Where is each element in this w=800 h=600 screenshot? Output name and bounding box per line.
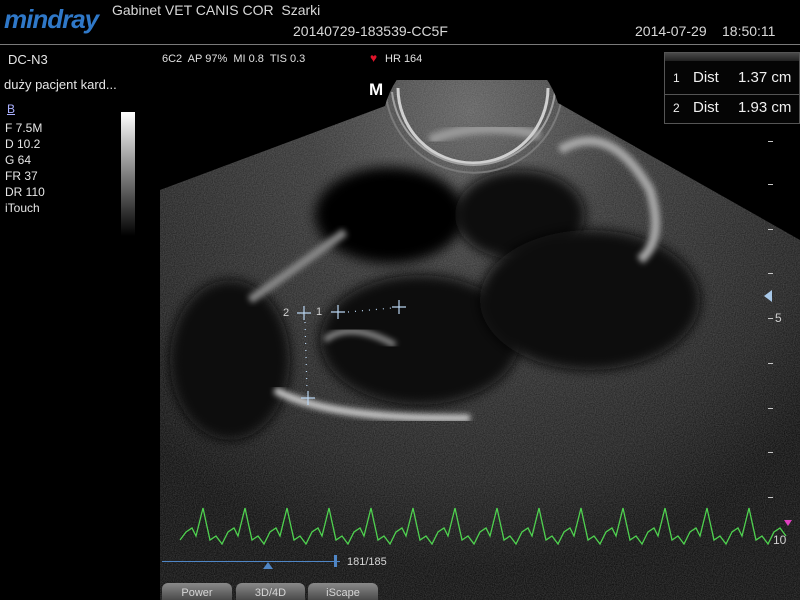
cine-thumb-icon[interactable] bbox=[263, 562, 273, 569]
param-depth: D 10.2 bbox=[5, 137, 41, 151]
study-date: 2014-07-29 bbox=[635, 23, 707, 39]
cine-end-marker bbox=[334, 555, 337, 567]
param-gain: G 64 bbox=[5, 153, 32, 167]
focus-marker-icon[interactable] bbox=[764, 290, 772, 302]
depth-label-5: 5 bbox=[775, 311, 782, 325]
header-bar: mindray Gabinet VET CANIS COR Szarki 201… bbox=[0, 0, 800, 44]
imaging-params: 6C2 AP 97% MI 0.8 TIS 0.3 bbox=[162, 53, 306, 65]
brand-logo: mindray bbox=[4, 4, 99, 34]
heart-icon: ♥ bbox=[370, 51, 378, 65]
param-dynamic-range: DR 110 bbox=[5, 185, 45, 199]
caliper-label-1: 1 bbox=[316, 306, 323, 318]
depth-tick bbox=[768, 273, 773, 274]
heart-rate: HR 164 bbox=[385, 53, 423, 65]
measurement-results: 1 Dist 1.37 cm 2 Dist 1.93 cm bbox=[664, 52, 800, 124]
measurement-label: Dist bbox=[693, 69, 719, 86]
study-time: 18:50:11 bbox=[722, 23, 776, 39]
measurement-value: 1.93 cm bbox=[738, 99, 792, 116]
mode-label: B bbox=[7, 102, 16, 116]
orientation-marker: M bbox=[369, 80, 384, 99]
depth-tick bbox=[768, 408, 773, 409]
header-divider bbox=[0, 44, 800, 45]
softkey-power[interactable]: Power bbox=[162, 583, 232, 600]
probe-name[interactable]: DC-N3 bbox=[8, 52, 48, 67]
measurement-index: 2 bbox=[673, 101, 680, 115]
cine-slider[interactable] bbox=[162, 561, 340, 562]
measurement-divider bbox=[665, 94, 799, 95]
depth-label-10: 10 bbox=[773, 533, 787, 547]
depth-tick bbox=[768, 497, 773, 498]
measurement-label: Dist bbox=[693, 99, 719, 116]
depth-tick bbox=[768, 229, 773, 230]
clinic-name: Gabinet VET CANIS COR Szarki bbox=[112, 2, 321, 18]
depth-tick bbox=[768, 363, 773, 364]
softkey-iscape[interactable]: iScape bbox=[308, 583, 378, 600]
measurement-index: 1 bbox=[673, 71, 680, 85]
param-frequency: F 7.5M bbox=[5, 121, 43, 135]
measurement-header bbox=[665, 53, 799, 61]
grayscale-bar bbox=[121, 112, 135, 236]
measurement-row: 2 Dist 1.93 cm bbox=[665, 97, 800, 121]
param-frame-rate: FR 37 bbox=[5, 169, 38, 183]
measurement-row: 1 Dist 1.37 cm bbox=[665, 67, 800, 91]
measurement-value: 1.37 cm bbox=[738, 69, 792, 86]
caliper-label-2: 2 bbox=[283, 307, 290, 319]
depth-tick bbox=[768, 141, 773, 142]
param-itouch: iTouch bbox=[5, 201, 40, 215]
depth-tick bbox=[768, 452, 773, 453]
cine-frame-counter: 181/185 bbox=[347, 556, 387, 568]
exam-preset[interactable]: duży pacjent kard... bbox=[4, 77, 117, 92]
depth-tick bbox=[768, 318, 773, 319]
depth-tick bbox=[768, 184, 773, 185]
softkey-3d4d[interactable]: 3D/4D bbox=[236, 583, 305, 600]
study-id: 20140729-183539-CC5F bbox=[293, 23, 448, 39]
